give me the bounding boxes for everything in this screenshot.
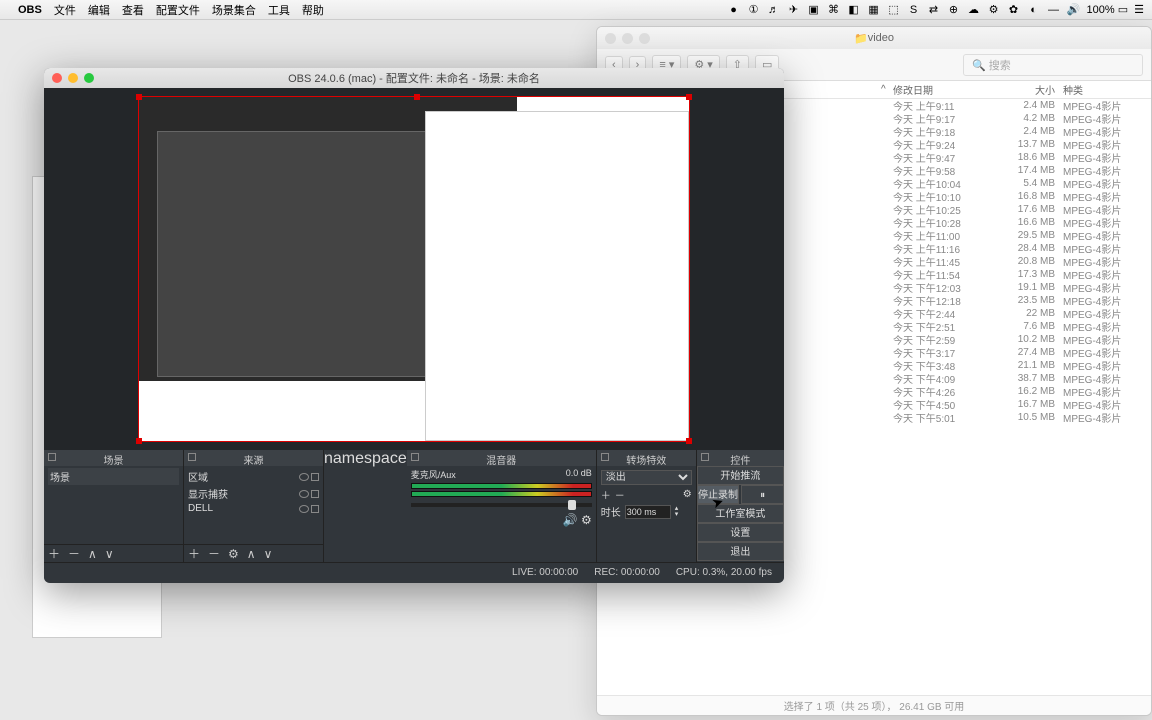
menubar: OBS 文件 编辑 查看 配置文件 场景集合 工具 帮助 ● ① ♬ ✈ ▣ ⌘ ◧ ▦ ⬚ S ⇄… [0,0,1152,20]
menu-tools[interactable]: 工具 [268,2,290,18]
tray-icon[interactable]: ◧ [847,3,861,17]
stop-record-button[interactable]: 停止录制 [697,485,740,504]
menu-profile[interactable]: 配置文件 [156,2,200,18]
tray-icon[interactable]: ✈ [787,3,801,17]
remove-scene-button[interactable]: － [68,545,80,562]
obs-window: OBS 24.0.6 (mac) - 配置文件: 未命名 - 场景: 未命名 场… [44,68,784,583]
menu-view[interactable]: 查看 [122,2,144,18]
notification-icon[interactable]: ☰ [1134,3,1144,16]
add-scene-button[interactable]: ＋ [48,545,60,562]
live-status: LIVE: 00:00:00 [512,567,578,578]
settings-button[interactable]: 设置 [697,523,784,542]
source-up-button[interactable]: ∧ [247,547,256,561]
source-down-button[interactable]: ∨ [264,547,273,561]
lock-icon[interactable] [311,505,319,513]
zoom-icon [84,73,94,83]
col-date[interactable]: 修改日期 [893,82,1003,97]
folder-icon: 📁 [854,32,868,45]
visibility-icon[interactable] [299,505,309,513]
trans-gear-button[interactable]: ⚙ [683,489,692,500]
tray-icon[interactable]: ▦ [867,3,881,17]
rec-status: REC: 00:00:00 [594,567,660,578]
vu-meter [411,491,592,497]
tray-icon[interactable]: ◐ [1027,3,1041,17]
menu-edit[interactable]: 编辑 [88,2,110,18]
tray-icon[interactable]: ✿ [1007,3,1021,17]
menu-file[interactable]: 文件 [54,2,76,18]
finder-titlebar[interactable]: 📁 video [597,27,1151,49]
tray-icon[interactable]: — [1047,3,1061,17]
visibility-icon[interactable] [299,490,309,498]
mixer-db: 0.0 dB [566,468,592,481]
col-kind[interactable]: 种类 [1063,82,1143,97]
tray-icon[interactable]: ⚙ [987,3,1001,17]
col-size[interactable]: 大小 [1003,82,1063,97]
source-item[interactable]: 显示捕获 [188,485,319,502]
app-name[interactable]: OBS [18,4,42,16]
tray-icon[interactable]: ♬ [767,3,781,17]
lock-icon[interactable] [311,473,319,481]
exit-button[interactable]: 退出 [697,542,784,561]
trans-add-button[interactable]: ＋ [601,487,611,502]
visibility-icon[interactable] [299,473,309,481]
controls-panel: 控件 开始推流 停止录制 ⏸ 工作室模式 设置 退出 [697,450,784,562]
sources-panel: 来源 区域显示捕获DELL ＋ － ⚙ ∧ ∨ [184,450,324,562]
search-input[interactable]: 🔍 搜索 [963,54,1143,76]
tray-icon[interactable]: ☁ [967,3,981,17]
traffic-lights[interactable] [52,73,94,83]
mixer-panel: 混音器 麦克风/Aux 0.0 dB 🔊 ⚙ [407,450,597,562]
tray-icon[interactable]: ⬚ [887,3,901,17]
source-gear-button[interactable]: ⚙ [228,547,239,561]
trans-remove-button[interactable]: － [615,487,625,502]
pause-record-button[interactable]: ⏸ [741,485,784,504]
duration-input[interactable] [625,505,671,519]
tray-icon[interactable]: ⇄ [927,3,941,17]
mixer-track-name: 麦克风/Aux [411,468,456,481]
mixer-gear-icon[interactable]: ⚙ [581,513,592,527]
tray-icon[interactable]: S [907,3,921,17]
cpu-status: CPU: 0.3%, 20.00 fps [676,567,772,578]
tray-icon[interactable]: ▣ [807,3,821,17]
scene-item[interactable]: 场景 [48,468,179,485]
tray-icon[interactable]: ① [747,3,761,17]
source-item[interactable]: 区域 [188,468,319,485]
close-icon [52,73,62,83]
obs-titlebar[interactable]: OBS 24.0.6 (mac) - 配置文件: 未命名 - 场景: 未命名 [44,68,784,88]
lock-icon[interactable] [311,490,319,498]
tray-icon[interactable]: ⌘ [827,3,841,17]
transition-select[interactable]: 淡出 [601,470,692,485]
studio-mode-button[interactable]: 工作室模式 [697,504,784,523]
tray-icon[interactable]: ⊕ [947,3,961,17]
transitions-panel: 转场特效 淡出 ＋ － ⚙ 时长 ▴▾ [597,450,697,562]
duration-label: 时长 [601,504,621,519]
scenes-panel: 场景 场景 ＋ － ∧ ∨ [44,450,184,562]
battery-indicator[interactable]: 100% ▭ [1087,3,1129,16]
start-stream-button[interactable]: 开始推流 [697,466,784,485]
add-source-button[interactable]: ＋ [188,545,200,562]
finder-title: video [868,32,894,44]
tray-icon[interactable]: ● [727,3,741,17]
menubar-right: ● ① ♬ ✈ ▣ ⌘ ◧ ▦ ⬚ S ⇄ ⊕ ☁ ⚙ ✿ ◐ — 🔊 100% ▭ ☰ [727,3,1144,17]
obs-panels: 场景 场景 ＋ － ∧ ∨ 来源 区域显示捕获DELL ＋ － ⚙ ∧ ∨ na… [44,450,784,562]
scene-down-button[interactable]: ∨ [105,547,114,561]
menu-scenecol[interactable]: 场景集合 [212,2,256,18]
preview-canvas[interactable] [138,96,690,442]
speaker-icon[interactable]: 🔊 [563,513,578,527]
source-item[interactable]: DELL [188,502,319,515]
scene-up-button[interactable]: ∧ [88,547,97,561]
volume-slider[interactable] [411,503,592,507]
remove-source-button[interactable]: － [208,545,220,562]
minimize-icon [68,73,78,83]
menu-help[interactable]: 帮助 [302,2,324,18]
finder-status: 选择了 1 项（共 25 项）， 26.41 GB 可用 [597,695,1151,715]
obs-title: OBS 24.0.6 (mac) - 配置文件: 未命名 - 场景: 未命名 [288,70,540,86]
vu-meter [411,483,592,489]
obs-preview[interactable] [44,88,784,450]
obs-statusbar: LIVE: 00:00:00 REC: 00:00:00 CPU: 0.3%, … [44,562,784,582]
tray-icon[interactable]: 🔊 [1067,3,1081,17]
